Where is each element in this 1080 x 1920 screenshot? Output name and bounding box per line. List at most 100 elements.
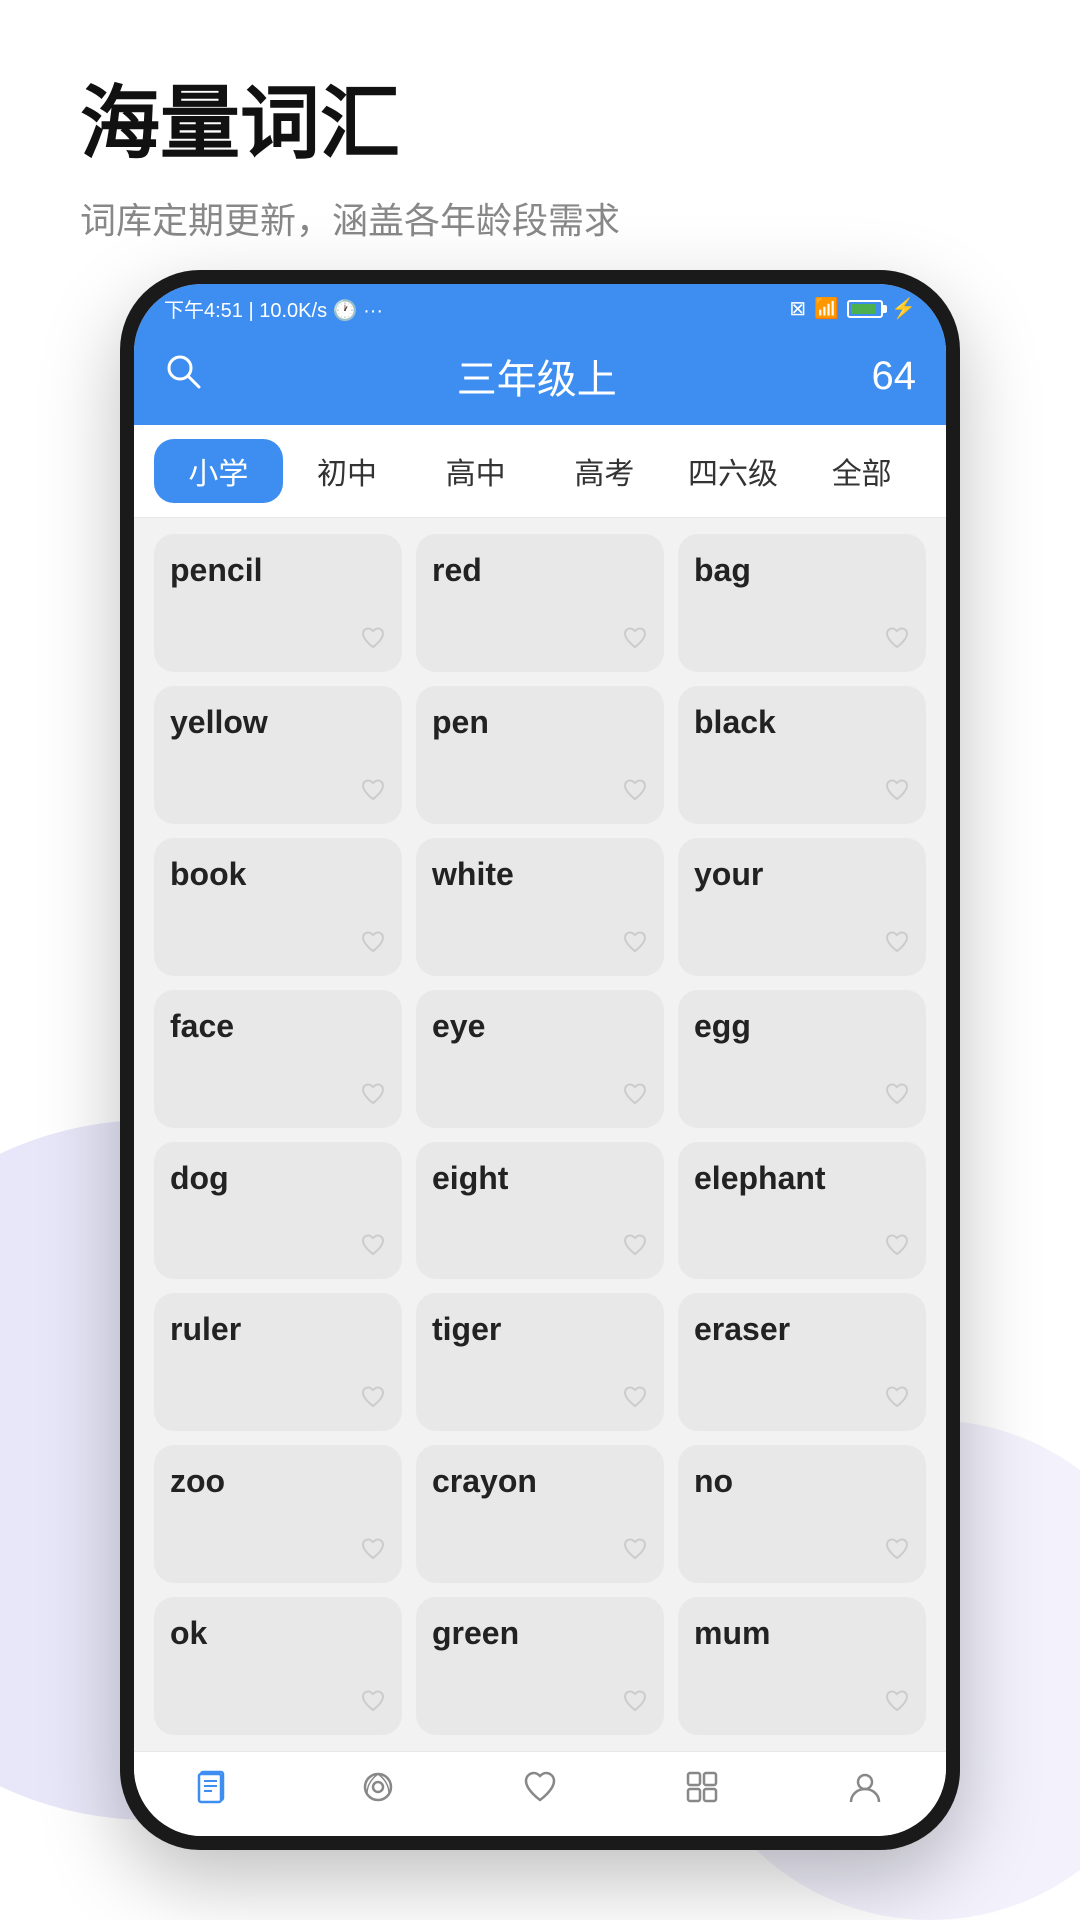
favorite-icon[interactable] <box>884 929 910 962</box>
word-card[interactable]: white <box>416 838 664 976</box>
word-card[interactable]: your <box>678 838 926 976</box>
favorite-icon[interactable] <box>360 1081 386 1114</box>
word-text: your <box>694 856 763 893</box>
favorite-icon[interactable] <box>884 625 910 658</box>
word-card[interactable]: ok <box>154 1597 402 1735</box>
bottom-nav <box>134 1751 946 1836</box>
expand-icon <box>683 1768 721 1816</box>
word-card[interactable]: dog <box>154 1142 402 1280</box>
favorite-icon[interactable] <box>622 929 648 962</box>
favorite-icon[interactable] <box>360 777 386 810</box>
word-card[interactable]: yellow <box>154 686 402 824</box>
favorite-icon[interactable] <box>360 1232 386 1265</box>
word-card[interactable]: eye <box>416 990 664 1128</box>
word-text: bag <box>694 552 751 589</box>
word-text: green <box>432 1615 519 1652</box>
word-card[interactable]: book <box>154 838 402 976</box>
app-header: 三年级上 64 <box>134 333 946 425</box>
word-card[interactable]: no <box>678 1445 926 1583</box>
favorite-icon[interactable] <box>884 1536 910 1569</box>
category-tabs: 小学 初中 高中 高考 四六级 全部 <box>134 425 946 518</box>
page-title: 海量词汇 <box>80 80 1000 168</box>
profile-icon <box>846 1768 884 1816</box>
word-text: book <box>170 856 246 893</box>
favorite-icon[interactable] <box>884 777 910 810</box>
tab-middle[interactable]: 初中 <box>283 439 412 503</box>
nav-vocab[interactable] <box>196 1768 234 1816</box>
status-icons: ⊠ 📶 ⚡ <box>789 296 916 321</box>
nav-expand[interactable] <box>683 1768 721 1816</box>
charging-icon: ⚡ <box>891 296 916 321</box>
battery-icon <box>847 300 883 318</box>
favorite-icon[interactable] <box>622 1081 648 1114</box>
app-title: 三年级上 <box>457 347 617 405</box>
favorite-icon[interactable] <box>622 1232 648 1265</box>
word-card[interactable]: bag <box>678 534 926 672</box>
word-card[interactable]: black <box>678 686 926 824</box>
word-text: mum <box>694 1615 770 1652</box>
word-text: eraser <box>694 1311 790 1348</box>
word-card[interactable]: zoo <box>154 1445 402 1583</box>
word-count: 64 <box>872 354 917 399</box>
word-card[interactable]: tiger <box>416 1293 664 1431</box>
word-text: pen <box>432 704 489 741</box>
favorite-icon[interactable] <box>360 1536 386 1569</box>
word-card[interactable]: elephant <box>678 1142 926 1280</box>
favorite-icon[interactable] <box>622 1688 648 1721</box>
word-card[interactable]: mum <box>678 1597 926 1735</box>
nav-profile[interactable] <box>846 1768 884 1816</box>
word-card[interactable]: egg <box>678 990 926 1128</box>
word-card[interactable]: face <box>154 990 402 1128</box>
nav-favorites[interactable] <box>521 1768 559 1816</box>
favorite-icon[interactable] <box>884 1384 910 1417</box>
word-text: red <box>432 552 482 589</box>
word-text: zoo <box>170 1463 225 1500</box>
word-grid: pencil red bag yellow pen black book whi… <box>134 518 946 1751</box>
word-text: ruler <box>170 1311 241 1348</box>
word-text: eye <box>432 1008 485 1045</box>
word-text: ok <box>170 1615 207 1652</box>
favorite-icon[interactable] <box>360 929 386 962</box>
favorite-icon[interactable] <box>622 625 648 658</box>
word-text: eight <box>432 1160 508 1197</box>
search-button[interactable] <box>164 352 202 400</box>
word-card[interactable]: red <box>416 534 664 672</box>
phone-screen: 下午4:51 | 10.0K/s 🕐 ··· ⊠ 📶 ⚡ 三年级上 <box>134 284 946 1836</box>
status-time: 下午4:51 | 10.0K/s 🕐 ··· <box>164 294 383 323</box>
word-card[interactable]: crayon <box>416 1445 664 1583</box>
listen-icon <box>359 1768 397 1816</box>
tab-elementary[interactable]: 小学 <box>154 439 283 503</box>
nav-listen[interactable] <box>359 1768 397 1816</box>
word-text: dog <box>170 1160 229 1197</box>
word-text: egg <box>694 1008 751 1045</box>
favorite-icon[interactable] <box>622 1536 648 1569</box>
tab-cet[interactable]: 四六级 <box>669 439 798 503</box>
word-text: no <box>694 1463 733 1500</box>
word-card[interactable]: pen <box>416 686 664 824</box>
page-subtitle: 词库定期更新，涵盖各年龄段需求 <box>80 192 1000 244</box>
status-bar: 下午4:51 | 10.0K/s 🕐 ··· ⊠ 📶 ⚡ <box>134 284 946 333</box>
tab-high[interactable]: 高中 <box>411 439 540 503</box>
word-text: black <box>694 704 776 741</box>
favorite-icon[interactable] <box>884 1081 910 1114</box>
favorite-icon[interactable] <box>884 1232 910 1265</box>
word-text: yellow <box>170 704 268 741</box>
tab-all[interactable]: 全部 <box>797 439 926 503</box>
favorite-icon[interactable] <box>360 625 386 658</box>
word-text: crayon <box>432 1463 537 1500</box>
tab-gaokao[interactable]: 高考 <box>540 439 669 503</box>
favorite-icon[interactable] <box>622 1384 648 1417</box>
favorite-icon[interactable] <box>360 1384 386 1417</box>
word-card[interactable]: ruler <box>154 1293 402 1431</box>
word-card[interactable]: eight <box>416 1142 664 1280</box>
favorite-icon[interactable] <box>884 1688 910 1721</box>
word-card[interactable]: eraser <box>678 1293 926 1431</box>
vocab-icon <box>196 1768 234 1816</box>
word-card[interactable]: green <box>416 1597 664 1735</box>
word-card[interactable]: pencil <box>154 534 402 672</box>
favorite-icon[interactable] <box>360 1688 386 1721</box>
heart-icon <box>521 1768 559 1816</box>
page-header: 海量词汇 词库定期更新，涵盖各年龄段需求 <box>0 0 1080 264</box>
favorite-icon[interactable] <box>622 777 648 810</box>
wifi-icon: 📶 <box>814 296 839 321</box>
